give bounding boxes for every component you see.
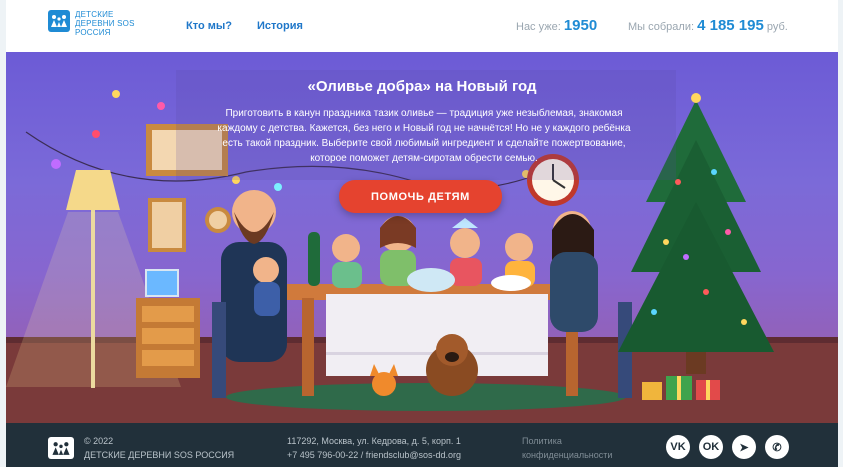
- raised-value: 4 185 195: [697, 17, 764, 34]
- phone-email[interactable]: +7 495 796-00-22 / friendsclub@sos-dd.or…: [287, 448, 461, 462]
- help-children-button[interactable]: ПОМОЧЬ ДЕТЯМ: [339, 180, 502, 213]
- address: 117292, Москва, ул. Кедрова, д. 5, корп.…: [287, 436, 461, 446]
- hero-description: Приготовить в канун праздника тазик олив…: [192, 106, 656, 166]
- raised-label: Мы собрали:: [628, 21, 695, 33]
- logo-line: ДЕТСКИЕ: [75, 10, 114, 19]
- hero-banner: «Оливье добра» на Новый год Приготовить …: [6, 52, 838, 423]
- raised-unit: руб.: [766, 21, 788, 33]
- copyright-year: © 2022: [84, 436, 114, 446]
- vk-icon[interactable]: VK: [666, 435, 690, 459]
- telegram-icon[interactable]: ➤: [732, 435, 756, 459]
- logo-line: РОССИЯ: [75, 28, 111, 37]
- gift-box: [642, 382, 662, 400]
- logo-line: ДЕРЕВНИ SOS: [75, 19, 135, 28]
- ok-glyph: OK: [702, 441, 720, 453]
- nav-history[interactable]: История: [257, 20, 303, 32]
- odnoklassniki-icon[interactable]: OK: [699, 435, 723, 459]
- footer-logo-icon[interactable]: [48, 437, 74, 459]
- telegram-glyph: ➤: [739, 441, 749, 454]
- hero-title: «Оливье добра» на Новый год: [307, 78, 537, 95]
- hero-description-line: которое поможет детям-сиротам обрести се…: [310, 153, 538, 164]
- bottle: [308, 232, 320, 286]
- logo-text: ДЕТСКИЕ ДЕРЕВНИ SOS РОССИЯ: [75, 10, 150, 37]
- site-footer: © 2022 ДЕТСКИЕ ДЕРЕВНИ SOS РОССИЯ 117292…: [6, 423, 838, 467]
- hero-description-line: Приготовить в канун праздника тазик олив…: [225, 108, 623, 119]
- page: ДЕТСКИЕ ДЕРЕВНИ SOS РОССИЯ Кто мы? Истор…: [0, 0, 843, 467]
- privacy-line: конфиденциальности: [522, 450, 613, 460]
- vk-glyph: VK: [670, 441, 686, 453]
- raised-counter: Мы собрали: 4 185 195 руб.: [628, 17, 788, 34]
- logo-link[interactable]: ДЕТСКИЕ ДЕРЕВНИ SOS РОССИЯ: [48, 10, 150, 37]
- hero-description-line: есть такой праздник. Выберите свой любим…: [222, 138, 626, 149]
- whatsapp-icon[interactable]: ✆: [765, 435, 789, 459]
- nav-who-we-are[interactable]: Кто мы?: [186, 20, 232, 32]
- privacy-line: Политика: [522, 436, 562, 446]
- floor-lamp: [66, 170, 120, 210]
- org-name: ДЕТСКИЕ ДЕРЕВНИ SOS РОССИЯ: [84, 450, 235, 460]
- footer-copyright: © 2022 ДЕТСКИЕ ДЕРЕВНИ SOS РОССИЯ: [84, 434, 234, 462]
- site-header: ДЕТСКИЕ ДЕРЕВНИ SOS РОССИЯ Кто мы? Истор…: [6, 0, 838, 52]
- supporters-value: 1950: [563, 17, 598, 34]
- sos-logo-icon: [48, 10, 70, 32]
- whatsapp-glyph: ✆: [772, 441, 782, 454]
- supporters-counter: Нас уже: 1950: [516, 17, 597, 34]
- footer-contacts: 117292, Москва, ул. Кедрова, д. 5, корп.…: [287, 434, 461, 462]
- privacy-policy-link[interactable]: Политика конфиденциальности: [522, 434, 612, 462]
- salad-bowl: [407, 268, 455, 292]
- supporters-label: Нас уже:: [516, 21, 561, 33]
- hero-description-line: каждому с детства. Кажется, без него и Н…: [217, 123, 631, 134]
